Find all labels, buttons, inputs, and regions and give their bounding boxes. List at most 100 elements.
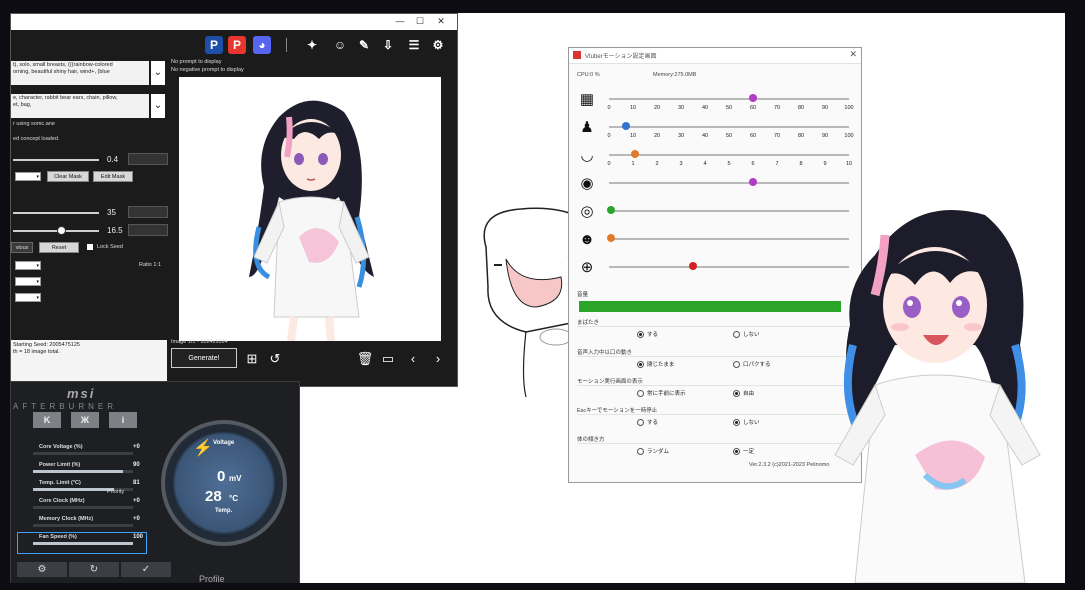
paypal-icon[interactable]: P: [205, 36, 223, 54]
radio-option[interactable]: 口パクする: [733, 360, 771, 369]
prompt-expand-chevron-icon[interactable]: ⌄: [151, 61, 165, 85]
temperature-unit: °C: [229, 494, 238, 503]
discord-icon[interactable]: ◕: [253, 36, 271, 54]
radio-option[interactable]: 一定: [733, 447, 754, 456]
positive-prompt-field[interactable]: t), solo, small breasts, (((rainbow-colo…: [11, 61, 149, 85]
radio-option[interactable]: 自由: [733, 389, 754, 398]
radio-label: する: [647, 420, 659, 426]
sampler-dropdown[interactable]: ▾: [15, 261, 41, 270]
slider-knob[interactable]: [607, 234, 616, 242]
maximize-button[interactable]: ☐: [411, 15, 429, 28]
gear-icon[interactable]: ⚙: [429, 36, 447, 54]
ratio-label: Ratio 1:1: [139, 262, 162, 268]
radio-option[interactable]: 常に手前に表示: [637, 389, 686, 398]
profile-label[interactable]: Profile: [199, 574, 225, 583]
add-image-icon[interactable]: ⊞: [243, 350, 261, 368]
slider-knob[interactable]: [749, 178, 757, 186]
slider-knob[interactable]: [621, 122, 630, 130]
msi-slider-track[interactable]: [33, 470, 133, 473]
msi-slider-track[interactable]: [33, 506, 133, 509]
msi-slider-track[interactable]: [33, 452, 133, 455]
radio-button[interactable]: [733, 331, 740, 339]
radio-option[interactable]: する: [637, 330, 659, 339]
slider-track[interactable]: [609, 126, 849, 128]
folder-icon[interactable]: ▭: [379, 350, 397, 368]
radio-option[interactable]: 閉じたまま: [637, 360, 674, 369]
slider-knob[interactable]: [631, 150, 640, 158]
zoom-icon: ⊕: [580, 259, 594, 276]
strength-input[interactable]: [128, 153, 168, 165]
film-icon: ▦: [579, 91, 595, 108]
radio-option[interactable]: しない: [733, 418, 760, 427]
tab-info-icon[interactable]: i: [109, 412, 137, 428]
list-icon[interactable]: ☰: [405, 36, 423, 54]
slider-knob[interactable]: [689, 262, 697, 270]
slider-track[interactable]: [609, 182, 849, 184]
smile-icon: ☻: [579, 231, 595, 248]
download-icon[interactable]: ⇩: [379, 36, 397, 54]
minimize-button[interactable]: —: [391, 15, 409, 28]
slider-knob[interactable]: [607, 206, 616, 214]
chevron-right-icon[interactable]: ›: [429, 350, 447, 368]
slider-track[interactable]: [609, 98, 849, 100]
cfg-input[interactable]: [128, 224, 168, 236]
width-dropdown[interactable]: ▾: [15, 277, 41, 286]
reset-icon[interactable]: ↻: [69, 562, 119, 577]
radio-label: する: [647, 332, 659, 338]
radio-button[interactable]: [637, 448, 644, 456]
steps-input[interactable]: [128, 206, 168, 218]
app-icon: [573, 51, 581, 59]
slider-track[interactable]: [609, 266, 849, 268]
chevron-left-icon[interactable]: ‹: [404, 350, 422, 368]
tab-k-icon[interactable]: K: [33, 412, 61, 428]
scale-label: 50: [725, 133, 733, 139]
history-icon[interactable]: ↺: [266, 350, 284, 368]
title-bar: — ☐ ✕: [11, 14, 457, 30]
radio-button[interactable]: [733, 390, 740, 398]
patreon-icon[interactable]: P: [228, 36, 246, 54]
reset-seed-button[interactable]: Reset: [39, 242, 79, 253]
title-bar: Vtuberモーション設定画面 ✕: [569, 48, 861, 64]
generate-button[interactable]: Generate!: [171, 348, 237, 368]
mask-dropdown[interactable]: ▾: [15, 172, 41, 181]
height-dropdown[interactable]: ▾: [15, 293, 41, 302]
edit-mask-button[interactable]: Edit Mask: [93, 171, 133, 182]
cfg-slider-track[interactable]: [13, 230, 99, 232]
no-prompt-text: No prompt to display: [171, 59, 222, 65]
settings-gear-icon[interactable]: ⚙: [17, 562, 67, 577]
previous-seed-button[interactable]: vious: [11, 242, 33, 253]
negative-expand-chevron-icon[interactable]: ⌄: [151, 94, 165, 118]
steps-slider-track[interactable]: [13, 212, 99, 214]
slider-track[interactable]: [609, 238, 849, 240]
slider-track[interactable]: [609, 210, 849, 212]
strength-slider-track[interactable]: [13, 159, 99, 161]
slider-knob[interactable]: [749, 94, 757, 102]
radio-button[interactable]: [637, 390, 644, 398]
scale-label: 2: [655, 161, 659, 167]
face-icon[interactable]: ☺: [331, 36, 349, 54]
lock-seed-checkbox[interactable]: [87, 244, 93, 250]
radio-button[interactable]: [733, 448, 740, 456]
radio-option[interactable]: ランダム: [637, 447, 669, 456]
strength-value: 0.4: [107, 155, 119, 164]
wand-icon[interactable]: ✦: [303, 36, 321, 54]
radio-option[interactable]: しない: [733, 330, 760, 339]
slider-track[interactable]: [609, 154, 849, 156]
close-icon[interactable]: ✕: [849, 49, 857, 60]
apply-check-icon[interactable]: ✓: [121, 562, 171, 577]
scale-label: 5: [727, 161, 731, 167]
negative-prompt-field[interactable]: e, character, rabbit bear ears, chain, p…: [11, 94, 149, 118]
radio-button[interactable]: [733, 361, 740, 369]
clear-mask-button[interactable]: Clear Mask: [47, 171, 89, 182]
close-button[interactable]: ✕: [432, 15, 450, 28]
radio-button[interactable]: [733, 419, 740, 427]
wrench-icon[interactable]: ✎: [355, 36, 373, 54]
trash-icon[interactable]: 🗑: [356, 350, 374, 368]
radio-button[interactable]: [637, 419, 644, 427]
radio-option[interactable]: する: [637, 418, 659, 427]
tab-scan-icon[interactable]: Ж: [71, 412, 99, 428]
cfg-slider-knob[interactable]: [57, 226, 67, 235]
radio-button[interactable]: [637, 331, 644, 339]
radio-button[interactable]: [637, 361, 644, 369]
msi-slider-track[interactable]: [33, 524, 133, 527]
